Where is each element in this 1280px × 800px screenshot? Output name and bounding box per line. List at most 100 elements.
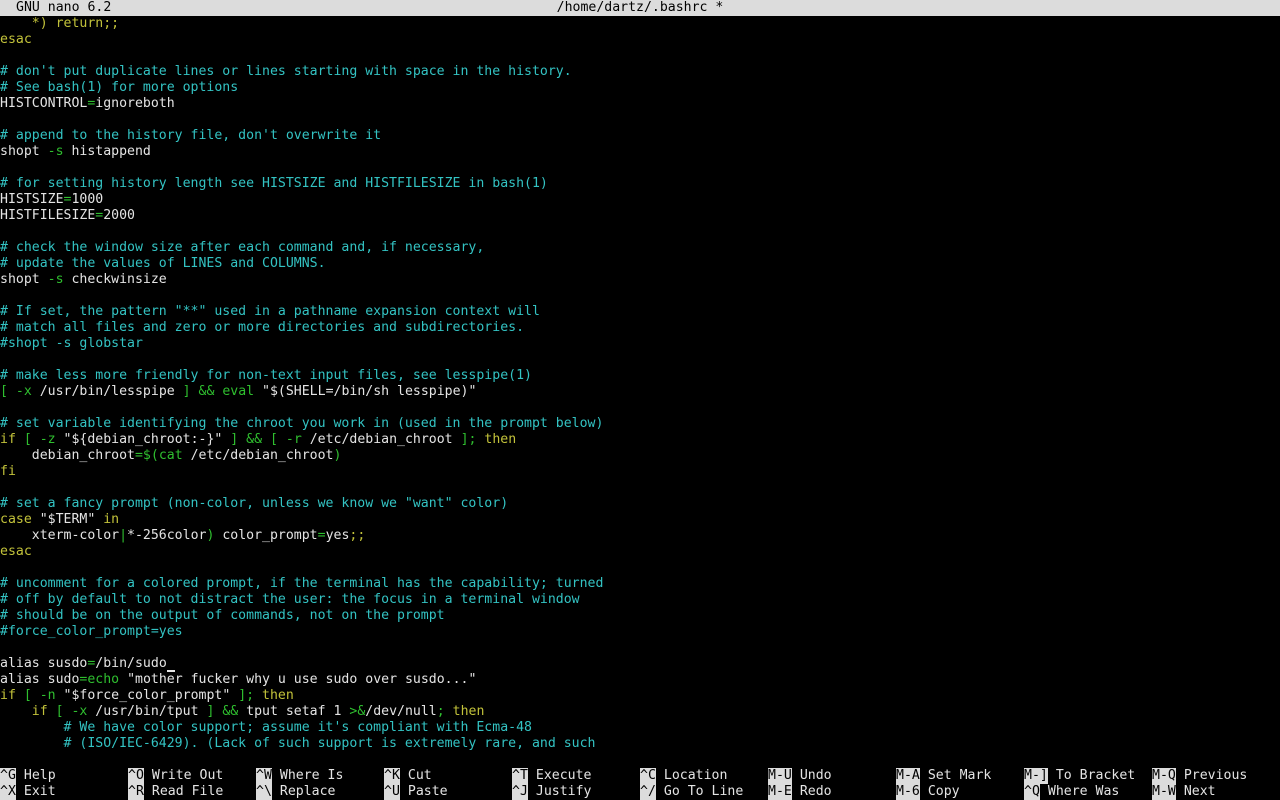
code-line[interactable] [0,400,1280,416]
code-line[interactable]: # set a fancy prompt (non-color, unless … [0,496,1280,512]
code-token: /etc/debian_chroot [301,432,461,447]
code-token: then [484,432,517,447]
code-token: # set a fancy prompt (non-color, unless … [0,496,509,511]
code-token: cat [158,448,183,463]
editor-area[interactable]: *) return;; esac # don't put duplicate lin… [0,16,1280,752]
shortcut-write-out[interactable]: ^O Write Out [128,768,223,784]
shortcut-to-bracket[interactable]: M-] To Bracket [1024,768,1135,784]
code-line[interactable]: # for setting history length see HISTSIZ… [0,176,1280,192]
code-line[interactable]: # If set, the pattern "**" used in a pat… [0,304,1280,320]
code-token: alias susdo [0,656,88,671]
shortcut-copy[interactable]: M-6 Copy [896,784,960,800]
code-line[interactable] [0,288,1280,304]
code-token: ; [436,704,453,719]
code-line[interactable]: # don't put duplicate lines or lines sta… [0,64,1280,80]
code-token: # uncomment for a colored prompt, if the… [0,576,604,591]
shortcut-key: ^/ [640,784,656,800]
shortcut-paste[interactable]: ^U Paste [384,784,448,800]
code-line[interactable]: [ -x /usr/bin/lesspipe ] && eval "$(SHEL… [0,384,1280,400]
code-line[interactable] [0,112,1280,128]
code-token: if [0,688,16,703]
code-token: # for setting history length see HISTSIZ… [0,176,548,191]
code-line[interactable]: #force_color_prompt=yes [0,624,1280,640]
code-token: -x [15,384,32,399]
code-line[interactable]: shopt -s checkwinsize [0,272,1280,288]
code-line[interactable]: debian_chroot=$(cat /etc/debian_chroot) [0,448,1280,464]
code-token: # We have color support; assume it's com… [0,720,532,735]
code-line[interactable]: # off by default to not distract the use… [0,592,1280,608]
code-line[interactable]: # update the values of LINES and COLUMNS… [0,256,1280,272]
code-line[interactable] [0,160,1280,176]
code-line[interactable]: fi [0,464,1280,480]
code-line[interactable]: # set variable identifying the chroot yo… [0,416,1280,432]
code-line[interactable]: if [ -x /usr/bin/tput ] && tput setaf 1 … [0,704,1280,720]
code-line[interactable] [0,640,1280,656]
code-token: ) [333,448,342,463]
shortcut-where-was[interactable]: ^Q Where Was [1024,784,1119,800]
code-line[interactable]: # We have color support; assume it's com… [0,720,1280,736]
code-token: "$(SHELL=/bin/sh lesspipe)" [254,384,477,399]
shortcut-location[interactable]: ^C Location [640,768,727,784]
code-line[interactable]: esac [0,32,1280,48]
code-token: # update the values of LINES and COLUMNS… [0,256,326,271]
code-token: -s [47,272,64,287]
code-line[interactable]: alias sudo=echo "mother fucker why u use… [0,672,1280,688]
shortcut-redo[interactable]: M-E Redo [768,784,832,800]
shortcut-cut[interactable]: ^K Cut [384,768,432,784]
code-line[interactable]: # See bash(1) for more options [0,80,1280,96]
code-line[interactable]: # check the window size after each comma… [0,240,1280,256]
shortcut-justify[interactable]: ^J Justify [512,784,591,800]
code-line[interactable]: xterm-color|*-256color) color_prompt=yes… [0,528,1280,544]
shortcut-label: Where Was [1047,784,1120,799]
text-cursor [166,656,175,672]
code-token: tput setaf 1 [246,704,350,719]
code-line[interactable]: case "$TERM" in [0,512,1280,528]
code-line[interactable]: #shopt -s globstar [0,336,1280,352]
code-line[interactable]: alias susdo=/bin/sudo [0,656,1280,672]
shortcut-where-is[interactable]: ^W Where Is [256,768,343,784]
code-token: case [0,512,32,527]
shortcut-key: ^W [256,768,272,784]
shortcut-undo[interactable]: M-U Undo [768,768,832,784]
code-token: then [262,688,294,703]
shortcut-execute[interactable]: ^T Execute [512,768,591,784]
code-line[interactable]: *) return;; [0,16,1280,32]
code-line[interactable]: # append to the history file, don't over… [0,128,1280,144]
shortcut-next[interactable]: M-W Next [1152,784,1216,800]
shortcut-label: Copy [927,784,960,799]
shortcut-previous[interactable]: M-Q Previous [1152,768,1247,784]
code-line[interactable]: # match all files and zero or more direc… [0,320,1280,336]
code-line[interactable] [0,560,1280,576]
code-line[interactable]: HISTCONTROL=ignoreboth [0,96,1280,112]
code-token: HISTSIZE [0,192,64,207]
code-line[interactable]: # uncomment for a colored prompt, if the… [0,576,1280,592]
shortcut-help[interactable]: ^G Help [0,768,56,784]
code-line[interactable] [0,224,1280,240]
shortcut-replace[interactable]: ^\ Replace [256,784,335,800]
shortcut-read-file[interactable]: ^R Read File [128,784,223,800]
code-line[interactable] [0,480,1280,496]
shortcut-go-to-line[interactable]: ^/ Go To Line [640,784,743,800]
shortcut-set-mark[interactable]: M-A Set Mark [896,768,991,784]
code-line[interactable]: # (ISO/IEC-6429). (Lack of such support … [0,736,1280,752]
code-line[interactable] [0,48,1280,64]
code-line[interactable]: HISTFILESIZE=2000 [0,208,1280,224]
code-token: then [452,704,485,719]
code-token: # See bash(1) for more options [0,80,239,95]
code-line[interactable]: esac [0,544,1280,560]
code-token: -z [39,432,56,447]
code-token: /etc/debian_chroot [182,448,334,463]
code-line[interactable]: # should be on the output of commands, n… [0,608,1280,624]
code-token: #force_color_prompt=yes [0,624,183,639]
code-line[interactable]: # make less more friendly for non-text i… [0,368,1280,384]
code-line[interactable]: shopt -s histappend [0,144,1280,160]
code-line[interactable] [0,352,1280,368]
code-line[interactable]: if [ -n "$force_color_prompt" ]; then [0,688,1280,704]
code-token: = [317,528,326,543]
shortcut-exit[interactable]: ^X Exit [0,784,56,800]
code-line[interactable]: if [ -z "${debian_chroot:-}" ] && [ -r /… [0,432,1280,448]
shortcut-label: Go To Line [663,784,744,799]
shortcut-label: Paste [407,784,448,799]
shortcut-key: M-E [768,784,792,800]
code-line[interactable]: HISTSIZE=1000 [0,192,1280,208]
